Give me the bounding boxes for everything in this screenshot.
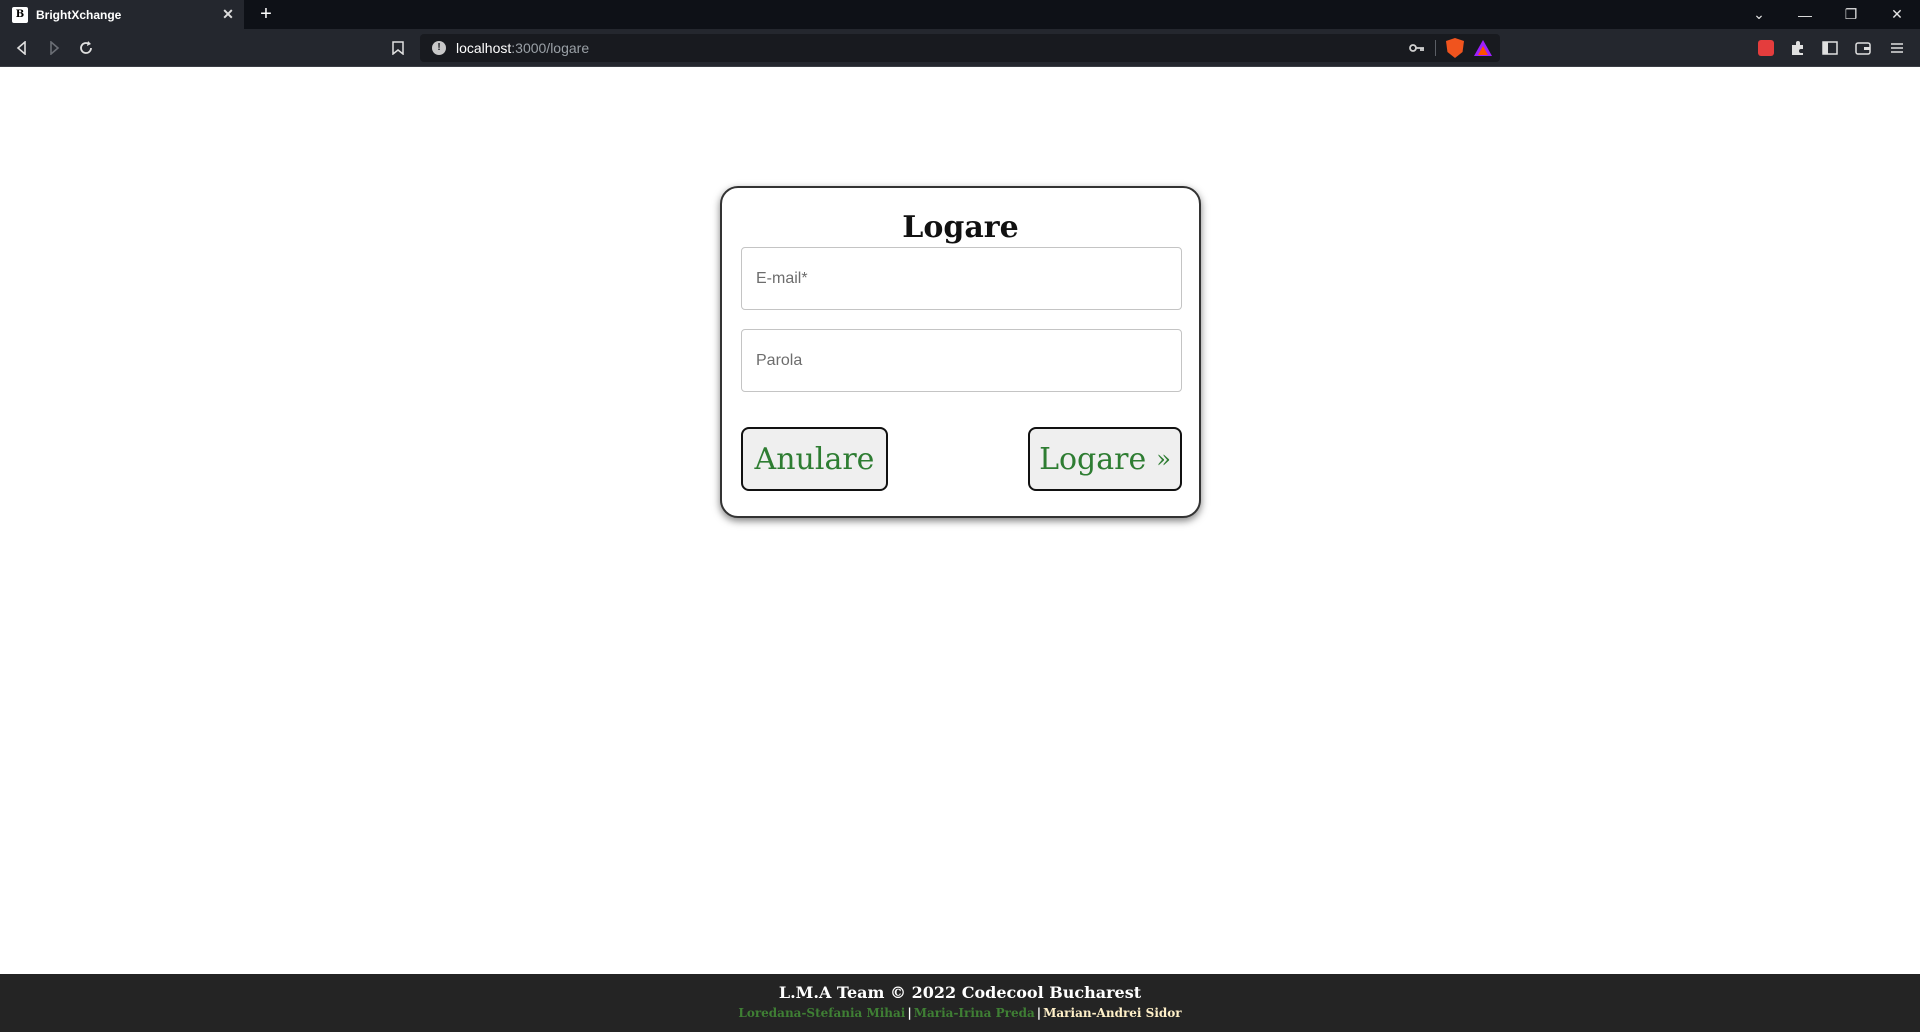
footer: L.M.A Team © 2022 Codecool Bucharest Lor… bbox=[0, 974, 1920, 1032]
minimize-button[interactable]: — bbox=[1782, 0, 1828, 29]
author-name: Marian-Andrei Sidor bbox=[1043, 1006, 1182, 1020]
name-separator: | bbox=[1036, 1006, 1042, 1020]
browser-toolbar: ! localhost:3000/logare bbox=[0, 29, 1920, 67]
name-separator: | bbox=[907, 1006, 912, 1020]
password-field[interactable] bbox=[741, 329, 1182, 392]
footer-title: L.M.A Team © 2022 Codecool Bucharest bbox=[778, 983, 1142, 1002]
wallet-icon[interactable] bbox=[1852, 37, 1874, 59]
double-chevron-right-icon: » bbox=[1156, 445, 1171, 473]
password-key-icon[interactable] bbox=[1409, 41, 1425, 56]
tab-title: BrightXchange bbox=[36, 7, 122, 22]
email-field[interactable] bbox=[741, 247, 1182, 310]
footer-names: Loredana-Stefania Mihai | Maria-Irina Pred… bbox=[0, 1006, 1920, 1020]
back-icon[interactable] bbox=[11, 37, 33, 59]
browser-tab-bar: B BrightXchange ✕ + ⌄ — ❐ ✕ bbox=[0, 0, 1920, 29]
browser-tab[interactable]: B BrightXchange ✕ bbox=[0, 0, 244, 29]
forward-icon[interactable] bbox=[43, 37, 65, 59]
tab-search-icon[interactable]: ⌄ bbox=[1736, 0, 1782, 29]
email-input[interactable] bbox=[756, 269, 1181, 288]
page-content: Logare Anulare Logare » bbox=[0, 67, 1920, 974]
address-bar[interactable]: ! localhost:3000/logare bbox=[420, 34, 1500, 62]
cancel-button[interactable]: Anulare bbox=[741, 427, 888, 491]
author-name: Loredana-Stefania Mihai bbox=[738, 1006, 906, 1020]
password-input[interactable] bbox=[756, 351, 1181, 370]
restore-button[interactable]: ❐ bbox=[1828, 0, 1874, 29]
site-favicon-icon: B bbox=[12, 6, 28, 23]
site-info-icon[interactable]: ! bbox=[432, 41, 446, 55]
author-name: Maria-Irina Preda bbox=[913, 1006, 1035, 1020]
sidebar-icon[interactable] bbox=[1819, 37, 1841, 59]
extension-icon[interactable] bbox=[1755, 37, 1777, 59]
reload-icon[interactable] bbox=[75, 37, 97, 59]
login-card: Logare Anulare Logare » bbox=[720, 186, 1201, 518]
bookmark-icon[interactable] bbox=[387, 37, 409, 59]
brave-shields-icon[interactable] bbox=[1446, 38, 1464, 58]
extensions-puzzle-icon[interactable] bbox=[1787, 37, 1809, 59]
login-title: Logare bbox=[902, 210, 1019, 245]
menu-icon[interactable] bbox=[1886, 37, 1908, 59]
tab-close-icon[interactable]: ✕ bbox=[220, 6, 236, 22]
new-tab-button[interactable]: + bbox=[256, 4, 276, 24]
close-window-button[interactable]: ✕ bbox=[1874, 0, 1920, 29]
divider bbox=[1435, 40, 1436, 56]
login-button-label: Logare bbox=[1039, 441, 1147, 477]
url-text: localhost:3000/logare bbox=[456, 40, 590, 56]
login-button[interactable]: Logare » bbox=[1028, 427, 1182, 491]
brave-rewards-icon[interactable] bbox=[1474, 40, 1492, 56]
